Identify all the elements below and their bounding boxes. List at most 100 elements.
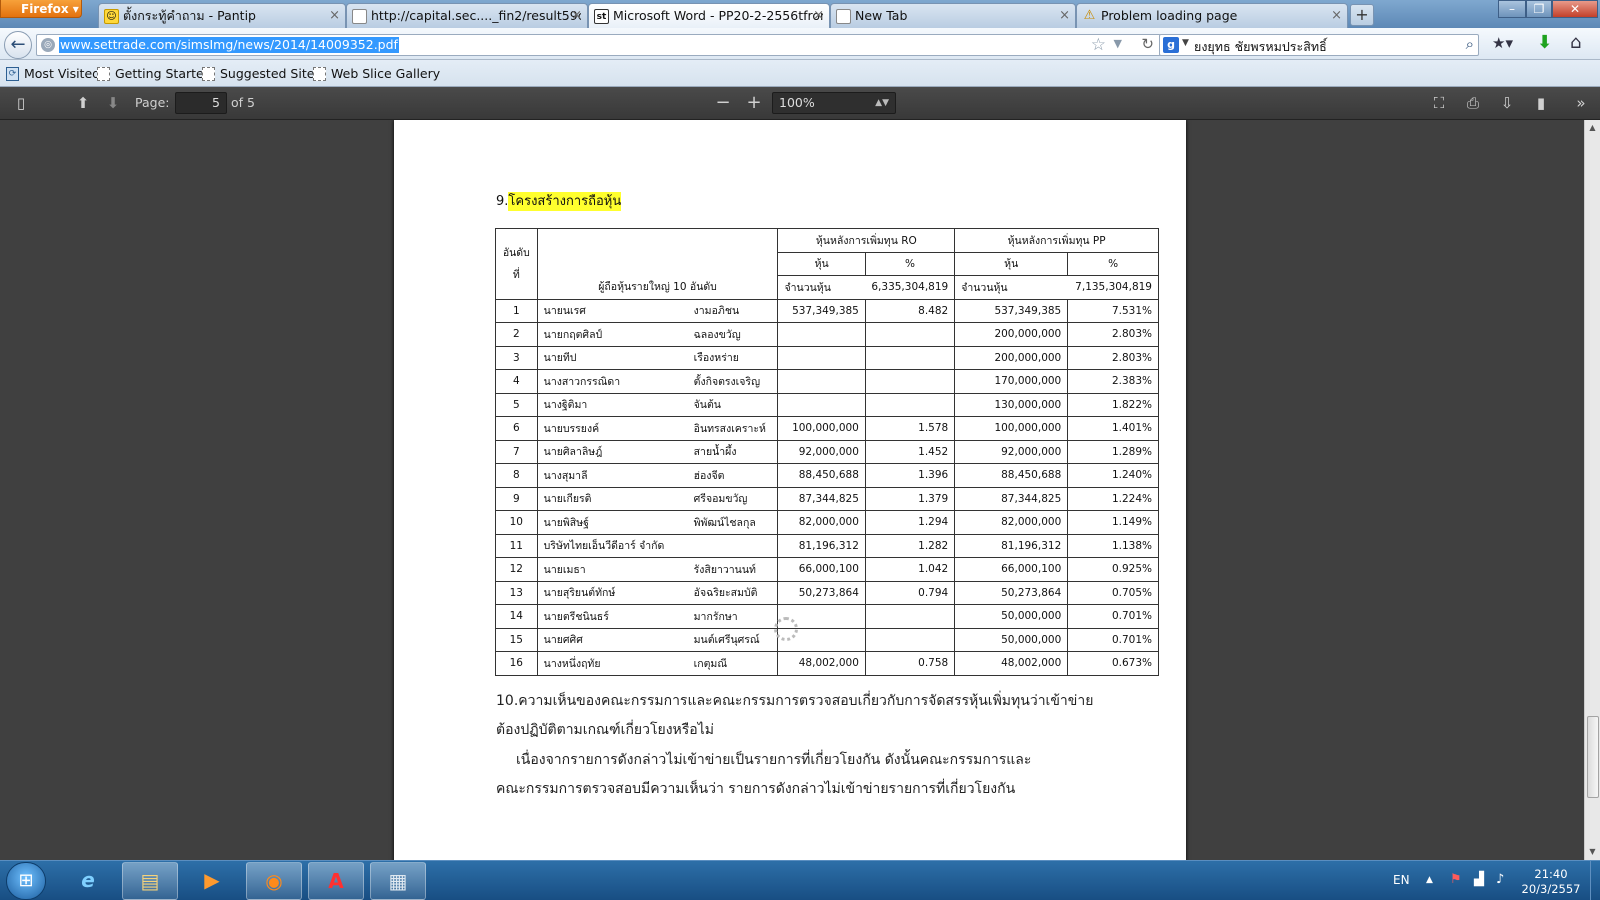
volume-icon[interactable]: ♪ (1496, 872, 1504, 887)
close-tab-icon[interactable]: × (329, 4, 340, 27)
table-row: 5 นางฐิติมา จันต้น 130,000,000 1.822% (495, 392, 1159, 417)
first-name: นายบรรยงค์ (543, 422, 600, 435)
header-pp-group: หุ้นหลังการเพิ่มทุน PP (954, 228, 1159, 253)
clock-date: 20/3/2557 (1521, 882, 1581, 896)
page-icon (97, 67, 110, 81)
file-explorer-icon[interactable]: ▤ (122, 862, 178, 900)
navigation-bar: ← ◎ www.settrade.com/simsImg/news/2014/1… (0, 28, 1600, 60)
restore-button[interactable]: ❐ (1526, 0, 1552, 18)
zoom-in-icon[interactable]: + (743, 93, 765, 113)
firefox-icon[interactable]: ◉ (246, 862, 302, 900)
calculator-icon[interactable]: ▦ (370, 862, 426, 900)
start-button[interactable]: ⊞ (6, 862, 46, 900)
language-indicator[interactable]: EN (1393, 873, 1410, 887)
shareholder-name-cell: นายกฤตศิลป์ ฉลองขวัญ (536, 322, 779, 347)
bookmark-web-slice-gallery[interactable]: Web Slice Gallery (313, 65, 440, 83)
minimize-button[interactable]: – (1498, 0, 1526, 18)
bookmarks-icon: ★▾ (1492, 34, 1513, 52)
table-row: 9 นายเกียรติ ศรีจอมขวัญ 87,344,825 1.379 87,3… (495, 486, 1159, 511)
pp-pct-cell: 1.240% (1067, 463, 1159, 488)
scroll-down-icon[interactable]: ▼ (1585, 844, 1600, 860)
last-name: ตั้งกิจตรงเจริญ (693, 375, 761, 388)
last-name: มากรักษา (693, 610, 738, 623)
pdf-viewer[interactable]: 9.โครงสร้างการถือหุ้น อันดับ ที่ ผู้ถือห… (0, 120, 1584, 860)
sidebar-toggle-icon[interactable]: ▯ (10, 93, 32, 113)
bookmark-star-icon[interactable]: ☆ (1091, 35, 1106, 55)
zoom-out-icon[interactable]: − (712, 93, 734, 113)
home-button[interactable]: ⌂ (1570, 32, 1581, 53)
first-name: บริษัทไทยเอ็นวีดีอาร์ จำกัด (543, 540, 665, 553)
url-text[interactable]: www.settrade.com/simsImg/news/2014/14009… (59, 37, 399, 53)
google-search-engine-icon[interactable]: g (1163, 37, 1179, 53)
acrobat-icon[interactable]: A (308, 862, 364, 900)
tab-pantip[interactable]: ☺ ตั้งกระทู้คำถาม - Pantip × (98, 3, 346, 28)
tab-label: ตั้งกระทู้คำถาม - Pantip (123, 8, 256, 23)
bookmark-getting-started[interactable]: Getting Started (97, 65, 212, 83)
windows-taskbar: ⊞ e ▤ ▶ ◉ A ▦ EN ▲ ⚑ ▟ ♪ 21:40 20/3/2557 (0, 860, 1600, 900)
print-icon[interactable]: ⎙ (1462, 93, 1484, 113)
media-player-icon[interactable]: ▶ (184, 862, 240, 900)
tools-icon[interactable]: » (1570, 93, 1592, 113)
system-clock[interactable]: 21:40 20/3/2557 (1520, 867, 1582, 897)
action-center-flag-icon[interactable]: ⚑ (1450, 872, 1462, 887)
table-row: 2 นายกฤตศิลป์ ฉลองขวัญ 200,000,000 2.803% (495, 322, 1159, 347)
bookmark-most-visited[interactable]: ⟳ Most Visited (6, 65, 100, 83)
pp-shares-cell: 50,000,000 (954, 604, 1069, 629)
shareholder-name-cell: นายเมธา รังสิยาวานนท์ (536, 557, 779, 582)
url-bar[interactable]: ◎ www.settrade.com/simsImg/news/2014/140… (36, 34, 1161, 56)
close-tab-icon[interactable]: × (1059, 4, 1070, 27)
bookmarks-menu-button[interactable]: ★▾ (1492, 34, 1522, 56)
close-tab-icon[interactable]: × (1331, 4, 1342, 27)
zoom-select[interactable]: 100% ▲▼ (772, 92, 896, 114)
network-icon[interactable]: ▟ (1474, 872, 1484, 887)
table-row: 3 นายทีป เรืองหร่าย 200,000,000 2.803% (495, 345, 1159, 370)
pp-shares-cell: 48,002,000 (954, 651, 1069, 676)
bookmark-suggested-sites[interactable]: Suggested Sites (202, 65, 321, 83)
pp-shares-cell: 100,000,000 (954, 416, 1069, 441)
firefox-menu-button[interactable]: Firefox ▾ (0, 0, 82, 18)
ro-shares-cell: 537,349,385 (777, 298, 866, 323)
close-tab-icon[interactable]: × (813, 4, 824, 27)
tab-capital-sec[interactable]: http://capital.sec...._fin2/result59c.ph… (346, 3, 588, 28)
site-identity-icon[interactable]: ◎ (41, 38, 55, 52)
pp-shares-cell: 82,000,000 (954, 510, 1069, 535)
tab-new-tab[interactable]: New Tab × (830, 3, 1076, 28)
first-name: นายพิสิษฐ์ (543, 516, 589, 529)
scroll-up-icon[interactable]: ▲ (1585, 120, 1600, 136)
tab-microsoft-word-pdf[interactable]: st Microsoft Word - PP20-2-2556tfromn...… (588, 3, 830, 28)
table-row: 10 นายพิสิษฐ์ พิพัฒน์ไชลกุล 82,000,000 1.294… (495, 510, 1159, 535)
downloads-button[interactable]: ⬇ (1537, 32, 1552, 53)
tab-problem-loading[interactable]: ⚠ Problem loading page × (1076, 3, 1348, 28)
reload-icon[interactable]: ↻ (1141, 35, 1154, 53)
fullscreen-icon[interactable]: ⛶ (1428, 93, 1450, 113)
ro-pct-cell: 8.482 (864, 298, 956, 323)
page-number-input[interactable]: 5 (175, 92, 227, 114)
next-page-icon[interactable]: ⬇ (102, 93, 124, 113)
show-hidden-icons-icon[interactable]: ▲ (1426, 875, 1433, 885)
close-window-button[interactable]: ✕ (1552, 0, 1598, 18)
bookmark-icon[interactable]: ▮ (1530, 93, 1552, 113)
paragraph-10-line-3: เนื่องจากรายการดังกล่าวไม่เข้าข่ายเป็นรา… (516, 752, 1032, 768)
ro-shares-cell: 48,002,000 (777, 651, 866, 676)
search-bar[interactable]: g ▼ ยงยุทธ ชัยพรหมประสิทธิ์ ⌕ (1159, 34, 1479, 56)
scrollbar-thumb[interactable] (1587, 716, 1599, 798)
search-engine-dropdown-icon[interactable]: ▼ (1182, 38, 1189, 48)
url-history-dropdown-icon[interactable]: ▼ (1114, 37, 1122, 50)
ro-shares-cell: 87,344,825 (777, 486, 866, 511)
search-icon[interactable]: ⌕ (1466, 35, 1474, 53)
close-tab-icon[interactable]: × (571, 4, 582, 27)
ro-pct-cell: 1.396 (864, 463, 956, 488)
last-name: อินทรสงเคราะห์ (693, 422, 766, 435)
last-name: ฉลองขวัญ (693, 328, 741, 341)
back-button[interactable]: ← (4, 31, 32, 59)
ro-pct-cell: 1.452 (864, 439, 956, 464)
search-input[interactable]: ยงยุทธ ชัยพรหมประสิทธิ์ (1194, 37, 1327, 57)
rank-cell: 12 (495, 557, 538, 582)
previous-page-icon[interactable]: ⬆ (72, 93, 94, 113)
internet-explorer-icon[interactable]: e (60, 862, 116, 900)
new-tab-button[interactable]: + (1350, 4, 1374, 26)
show-desktop-button[interactable] (1590, 861, 1600, 900)
download-icon[interactable]: ⇩ (1496, 93, 1518, 113)
vertical-scrollbar[interactable]: ▲ ▼ (1584, 120, 1600, 860)
header-rank: อันดับ ที่ (495, 228, 538, 300)
